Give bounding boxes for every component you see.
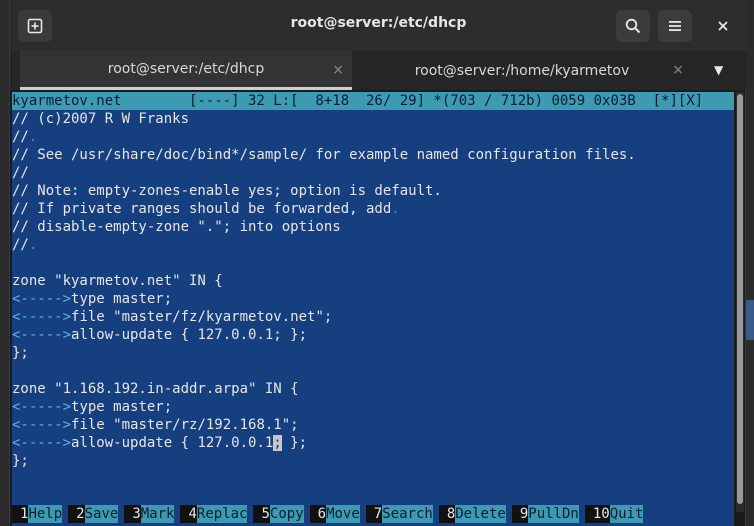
code-line: <----->file "master/rz/192.168.1"; (12, 416, 299, 434)
code-text: type master; (71, 291, 173, 307)
fkey-label: Quit (609, 505, 644, 523)
editor-status-bar: kyarmetov.net [----] 32 L:[ 8+18 26/ 29]… (12, 92, 734, 110)
fkey-mark[interactable]: 3 Mark (124, 505, 175, 523)
tab-marker: <-----> (12, 435, 72, 451)
fkey-label: Replac (196, 505, 248, 523)
code-line: }; (12, 453, 29, 469)
code-line: // disable-empty-zone "."; into options (12, 219, 341, 235)
terminal-window: root@server:/etc/dhcp root@server:/etc/d… (9, 0, 747, 526)
search-icon (625, 18, 641, 34)
code-line: // If private ranges should be forwarded… (12, 200, 400, 218)
fkey-number: 6 (309, 505, 327, 523)
tab-marker: <-----> (12, 417, 72, 433)
fkey-search[interactable]: 7 Search (365, 505, 433, 523)
fkey-number: 8 (438, 505, 456, 523)
fkey-quit[interactable]: 10 Quit (584, 505, 644, 523)
tab-marker: <-----> (12, 291, 72, 307)
title-bar: root@server:/etc/dhcp (10, 0, 747, 51)
code-text: type master; (71, 399, 173, 415)
tab-label: root@server:/home/kyarmetov (414, 62, 630, 79)
fkey-number: 3 (124, 505, 141, 523)
search-button[interactable] (616, 10, 650, 42)
fkey-save[interactable]: 2 Save (68, 505, 119, 523)
fkey-move[interactable]: 6 Move (309, 505, 360, 523)
code-text: file "master/rz/192.168.1"; (71, 417, 299, 433)
code-line: zone "1.168.192.in-addr.arpa" IN { (12, 381, 299, 397)
tab-etc-dhcp[interactable]: root@server:/etc/dhcp × (20, 51, 352, 90)
text-cursor: ; (273, 435, 282, 451)
tab-marker: <-----> (12, 309, 72, 325)
fkey-number: 5 (253, 505, 270, 523)
eol-marker: . (28, 237, 38, 253)
code-text: }; (281, 435, 308, 451)
code-line: // (12, 165, 29, 181)
tab-close-icon[interactable]: × (672, 62, 684, 78)
fkey-number: 2 (68, 505, 85, 523)
tab-marker: <-----> (12, 399, 72, 415)
code-text: // If private ranges should be forwarded… (12, 201, 392, 217)
close-window-button[interactable] (706, 10, 740, 42)
code-line: <----->allow-update { 127.0.0.1; }; (12, 326, 307, 344)
fkey-label: Delete (455, 505, 506, 523)
code-text: allow-update { 127.0.0.1 (71, 435, 274, 451)
fkey-copy[interactable]: 5 Copy (253, 505, 304, 523)
code-line: }; (12, 345, 29, 361)
fkey-label: Help (28, 505, 63, 523)
code-line-cursor: <----->allow-update { 127.0.0.1; }; (12, 434, 307, 452)
code-text: file "master/fz/kyarmetov.net"; (71, 309, 333, 325)
fkey-replace[interactable]: 4 Replac (180, 505, 248, 523)
tab-home-kyarmetov[interactable]: root@server:/home/kyarmetov × (352, 51, 692, 90)
code-text: // (12, 129, 29, 145)
tab-close-icon[interactable]: × (332, 62, 344, 78)
fkey-number: 7 (365, 505, 383, 523)
code-line: <----->type master; (12, 398, 172, 416)
desktop-background-edge (746, 300, 754, 340)
code-line: <----->type master; (12, 290, 172, 308)
close-icon (718, 21, 728, 31)
tab-list-dropdown-icon[interactable]: ▼ (714, 63, 723, 77)
fkey-label: Move (326, 505, 360, 523)
tab-label: root@server:/etc/dhcp (107, 61, 265, 77)
code-line: // (c)2007 R W Franks (12, 111, 190, 127)
fkey-label: Search (382, 505, 433, 523)
fkey-label: Save (84, 505, 119, 523)
eol-marker: . (391, 201, 400, 217)
fkey-number: 1 (12, 505, 29, 523)
code-line: <----->file "master/fz/kyarmetov.net"; (12, 308, 332, 326)
terminal-content[interactable]: kyarmetov.net [----] 32 L:[ 8+18 26/ 29]… (12, 92, 734, 526)
fkey-delete[interactable]: 8 Delete (438, 505, 506, 523)
function-key-bar: 1 Help 2 Save 3 Mark 4 Replac 5 Copy 6 Move 7S… (12, 505, 734, 523)
code-line: zone "kyarmetov.net" IN { (12, 273, 223, 289)
tab-marker: <-----> (12, 327, 72, 343)
fkey-number: 10 (584, 505, 610, 523)
fkey-label: PullDn (528, 505, 579, 523)
code-text: allow-update { 127.0.0.1; }; (71, 327, 308, 343)
fkey-label: Copy (269, 505, 304, 523)
menu-button[interactable] (658, 10, 692, 42)
tab-bar: root@server:/etc/dhcp × root@server:/hom… (10, 51, 747, 90)
code-line: // See /usr/share/doc/bind*/sample/ for … (12, 147, 636, 163)
code-text: // (12, 237, 29, 253)
terminal-scrollbar[interactable] (736, 92, 744, 512)
eol-marker: . (28, 129, 38, 145)
hamburger-menu-icon (669, 21, 681, 31)
scrollbar-thumb[interactable] (737, 94, 743, 504)
fkey-number: 4 (180, 505, 197, 523)
fkey-number: 9 (511, 505, 529, 523)
code-line: //. (12, 236, 37, 254)
fkey-pulldown[interactable]: 9 PullDn (511, 505, 579, 523)
code-line: // Note: empty-zones-enable yes; option … (12, 183, 442, 199)
fkey-label: Mark (140, 505, 175, 523)
fkey-help[interactable]: 1 Help (12, 505, 63, 523)
code-line: //. (12, 128, 37, 146)
